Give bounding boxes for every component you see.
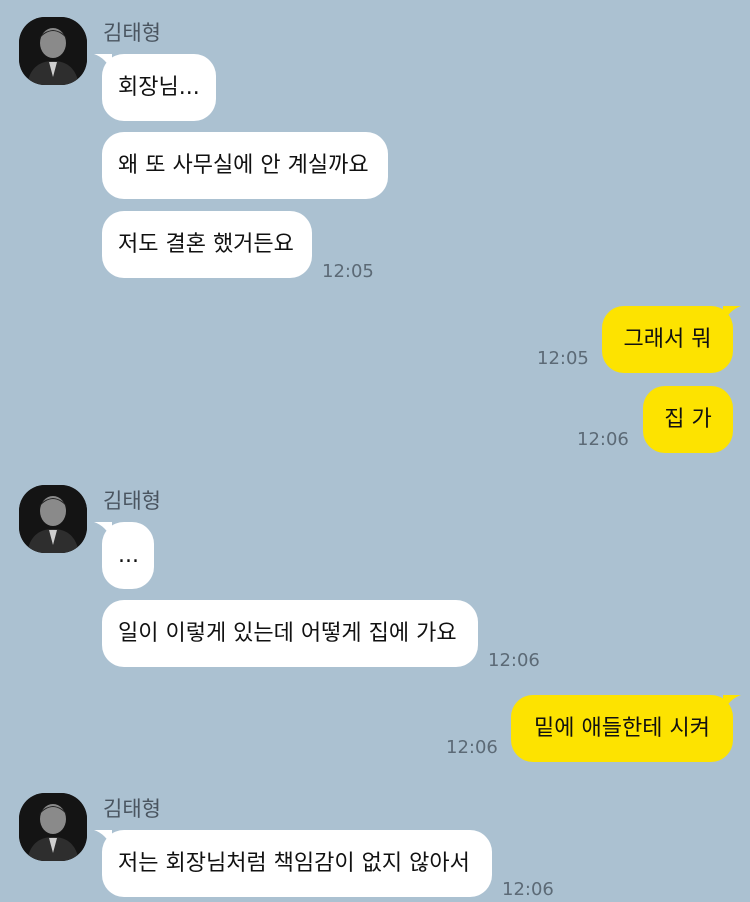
message-timestamp: 12:06: [502, 879, 554, 900]
incoming-message[interactable]: 일이 이렇게 있는데 어떻게 집에 가요: [102, 600, 478, 667]
message-timestamp: 12:05: [537, 348, 589, 369]
message-text: 회장님...: [118, 74, 200, 100]
message-text: 저도 결혼 했거든요: [118, 231, 294, 257]
message-timestamp: 12:06: [577, 429, 629, 450]
incoming-message[interactable]: 저는 회장님처럼 책임감이 없지 않아서: [94, 830, 492, 897]
message-timestamp: 12:06: [446, 737, 498, 758]
incoming-message[interactable]: ...: [94, 522, 154, 589]
message-timestamp: 12:05: [322, 261, 374, 282]
message-text: ...: [118, 542, 139, 568]
sender-name: 김태형: [103, 21, 161, 45]
message-text: 집 가: [664, 406, 712, 432]
incoming-message[interactable]: 회장님...: [94, 54, 216, 121]
incoming-message[interactable]: 저도 결혼 했거든요: [102, 211, 312, 278]
sender-name: 김태형: [103, 797, 161, 821]
outgoing-message[interactable]: 집 가: [643, 386, 733, 453]
sender-avatar[interactable]: [19, 17, 87, 85]
outgoing-message[interactable]: 밑에 애들한테 시켜: [511, 695, 741, 762]
sender-avatar[interactable]: [19, 485, 87, 553]
message-text: 그래서 뭐: [623, 326, 712, 352]
incoming-message[interactable]: 왜 또 사무실에 안 계실까요: [102, 132, 388, 199]
message-text: 밑에 애들한테 시켜: [534, 715, 710, 741]
sender-avatar[interactable]: [19, 793, 87, 861]
outgoing-message[interactable]: 그래서 뭐: [602, 306, 741, 373]
message-timestamp: 12:06: [488, 650, 540, 671]
message-text: 일이 이렇게 있는데 어떻게 집에 가요: [118, 620, 457, 646]
message-text: 왜 또 사무실에 안 계실까요: [118, 152, 369, 178]
message-text: 저는 회장님처럼 책임감이 없지 않아서: [118, 850, 470, 876]
sender-name: 김태형: [103, 489, 161, 513]
